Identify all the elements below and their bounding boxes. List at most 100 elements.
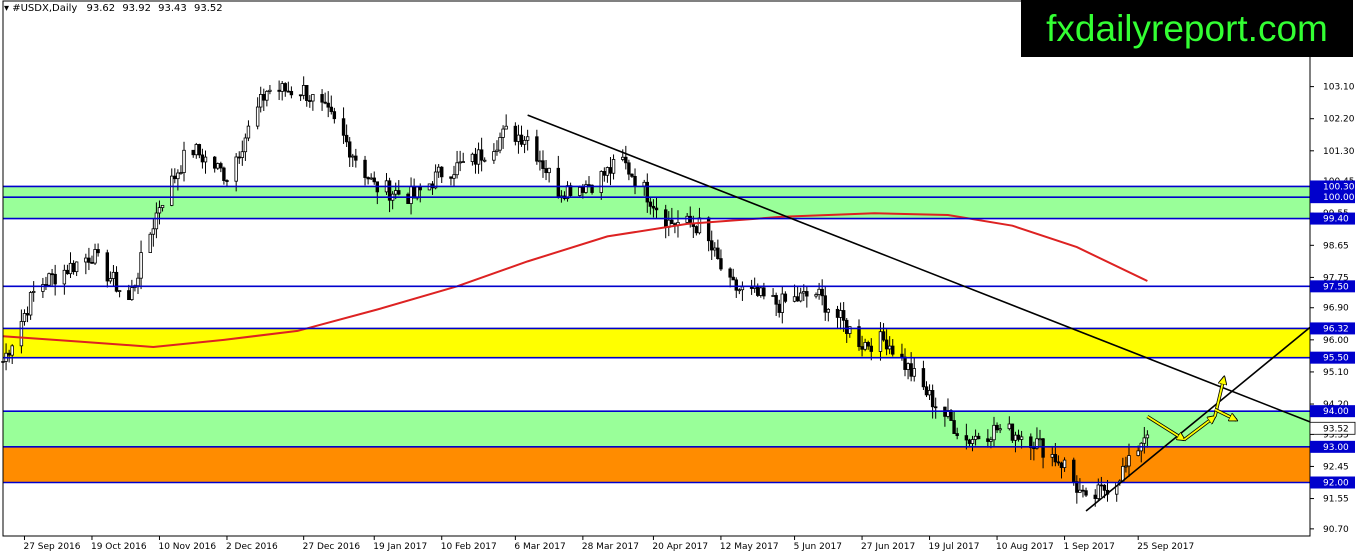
candle-body: [544, 168, 548, 174]
candle-body: [323, 101, 327, 104]
candle-body: [329, 106, 333, 113]
x-tick-label: 27 Jun 2017: [861, 542, 915, 552]
candle-body: [7, 352, 11, 356]
candle-body: [602, 171, 607, 176]
candle-body: [301, 84, 306, 96]
candle-body: [820, 288, 824, 297]
candle-body: [608, 167, 613, 174]
candle-body: [369, 177, 373, 180]
candle-body: [891, 345, 895, 355]
candle-body: [160, 204, 165, 209]
level-tag-label: 92.00: [1323, 479, 1349, 489]
candle-body: [280, 83, 284, 92]
candle-body: [525, 136, 530, 141]
candle-body: [268, 89, 272, 92]
header-marker-icon: ▾: [4, 3, 10, 14]
candle-body: [289, 90, 294, 96]
candle-body: [1136, 450, 1140, 456]
candle-body: [578, 186, 582, 196]
x-tick-label: 10 Nov 2016: [158, 542, 216, 552]
candle-body: [96, 249, 100, 254]
candle-body: [216, 163, 220, 169]
candle-body: [397, 190, 401, 195]
y-tick-label: 98.65: [1323, 241, 1349, 251]
candle-body: [286, 90, 291, 93]
candle-body: [992, 424, 996, 441]
level-tag-label: 99.40: [1323, 215, 1349, 225]
y-tick-label: 102.20: [1323, 115, 1355, 125]
candle-body: [924, 386, 929, 396]
x-tick-label: 10 Feb 2017: [441, 542, 497, 552]
candle-body: [903, 356, 907, 370]
candle-body: [311, 94, 315, 102]
candle-body: [817, 288, 821, 295]
candle-body: [734, 279, 738, 291]
candle-body: [366, 177, 370, 180]
candle-body: [194, 144, 198, 156]
candle-body: [780, 293, 784, 313]
level-tag-label: 100.00: [1323, 193, 1355, 203]
y-tick-label: 91.55: [1323, 495, 1349, 505]
chart-canvas: 103.10102.20101.30100.4599.5598.6597.759…: [1, 0, 1356, 552]
candle-body: [197, 144, 202, 156]
candle-body: [792, 296, 797, 302]
candle-body: [1050, 454, 1054, 458]
quote-close: 93.52: [193, 3, 223, 14]
candle-body: [130, 287, 134, 301]
candle-body: [756, 286, 760, 296]
candle-body: [1059, 462, 1064, 468]
candle-body: [93, 249, 97, 264]
candle-body: [179, 172, 183, 174]
candle-body: [621, 156, 625, 160]
candle-body: [84, 257, 88, 263]
candle-body: [581, 186, 585, 193]
candle-body: [498, 137, 502, 151]
candle-body: [752, 286, 757, 289]
y-tick-label: 92.45: [1323, 462, 1349, 472]
candle-body: [461, 161, 465, 163]
candle-body: [519, 134, 524, 145]
candle-body: [409, 186, 413, 204]
candle-body: [1072, 459, 1076, 483]
candle-body: [320, 94, 324, 103]
x-tick-label: 19 Oct 2016: [91, 542, 147, 552]
candle-body: [151, 228, 156, 235]
brand-watermark: fxdailyreport.com: [1021, 0, 1353, 57]
zone-orange: [3, 446, 1310, 483]
candle-body: [642, 181, 646, 187]
candle-body: [53, 273, 57, 285]
candle-body: [716, 247, 720, 259]
candle-body: [627, 162, 631, 175]
candle-body: [154, 212, 159, 230]
candle-body: [651, 205, 656, 209]
candle-body: [47, 273, 51, 286]
candle-body: [501, 128, 505, 138]
y-tick-label: 101.30: [1323, 147, 1355, 157]
x-tick-label: 19 Jul 2017: [929, 542, 980, 552]
candle-body: [1013, 434, 1018, 441]
x-tick-label: 28 Mar 2017: [582, 542, 639, 552]
candle-body: [611, 159, 616, 174]
candle-body: [516, 134, 521, 142]
candle-body: [68, 262, 73, 275]
candle-body: [648, 201, 653, 207]
candle-body: [878, 331, 883, 352]
candle-body: [71, 262, 76, 273]
candle-body: [31, 290, 36, 293]
candle-body: [87, 257, 91, 263]
quote-low: 93.43: [158, 3, 187, 14]
candle-body: [970, 439, 975, 444]
candle-body: [783, 293, 788, 302]
candle-body: [541, 160, 545, 169]
candle-body: [504, 125, 508, 130]
candle-body: [341, 118, 346, 136]
candle-body: [243, 137, 248, 153]
candle-body: [182, 149, 186, 173]
candle-body: [458, 161, 462, 164]
candle-body: [344, 134, 349, 143]
candle-body: [1145, 434, 1150, 439]
candle-body: [838, 310, 843, 318]
candle-body: [203, 156, 208, 163]
candle-body: [111, 271, 116, 279]
candle-body: [863, 342, 867, 350]
